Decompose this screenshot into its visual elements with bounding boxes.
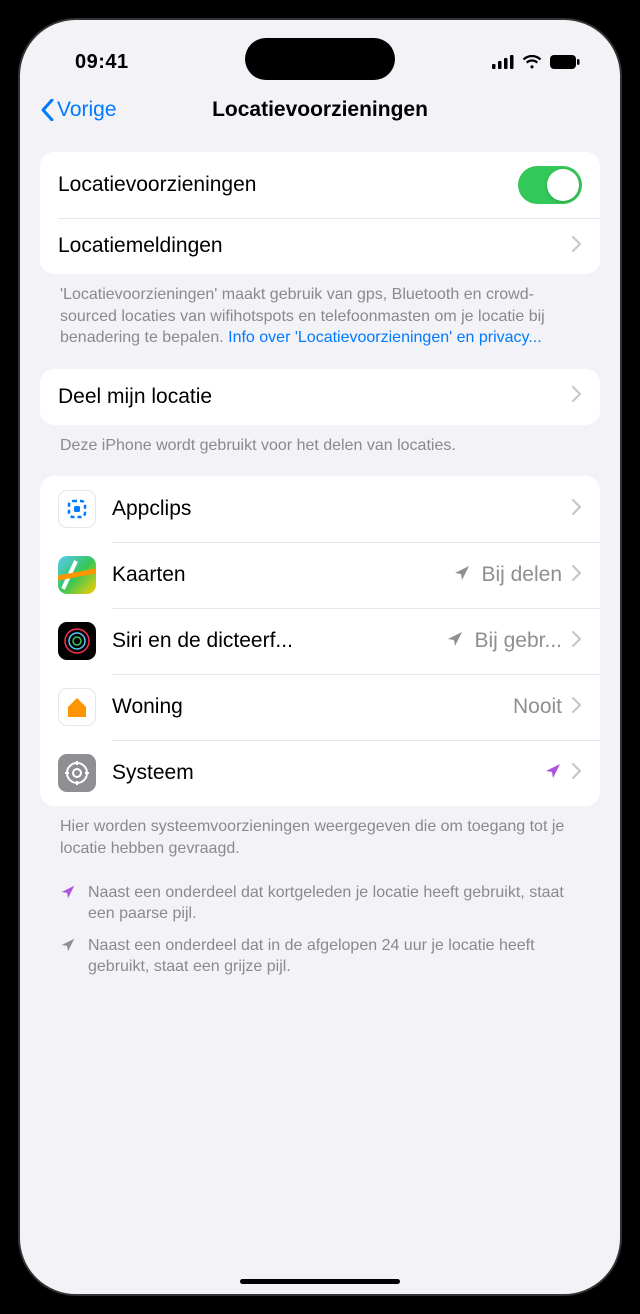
share-footer: Deze iPhone wordt gebruikt voor het dele… [40,425,600,457]
location-alerts-row[interactable]: Locatiemeldingen [40,218,600,274]
chevron-left-icon [40,99,55,121]
dynamic-island [245,38,395,80]
toggle-label: Locatievoorzieningen [58,173,518,197]
app-value: Nooit [513,695,562,719]
back-label: Vorige [57,98,117,122]
app-value: Bij delen [481,563,562,587]
toggle-knob [547,169,579,201]
app-label: Systeem [112,761,544,785]
battery-icon [550,55,580,69]
location-arrow-grey-icon [453,564,471,587]
location-arrow-purple-icon [60,884,76,925]
location-arrow-purple-icon [544,762,562,785]
app-label: Siri en de dicteerf... [112,629,446,653]
legend: Naast een onderdeel dat kortgeleden je l… [40,860,600,978]
share-location-row[interactable]: Deel mijn locatie [40,369,600,425]
device-frame: 09:41 Vorige Locatievoorzieningen [0,0,640,1314]
page-title: Locatievoorzieningen [212,98,428,122]
chevron-right-icon [572,631,582,652]
appclips-icon [58,490,96,528]
legend-purple-text: Naast een onderdeel dat kortgeleden je l… [88,882,580,925]
legend-purple: Naast een onderdeel dat kortgeleden je l… [60,882,580,925]
system-icon [58,754,96,792]
cellular-signal-icon [492,55,514,69]
app-label: Appclips [112,497,572,521]
group-share: Deel mijn locatie [40,369,600,425]
app-row-appclips[interactable]: Appclips [40,476,600,542]
screen: 09:41 Vorige Locatievoorzieningen [18,18,622,1296]
alerts-label: Locatiemeldingen [58,234,572,258]
main-footer: 'Locatievoorzieningen' maakt gebruik van… [40,274,600,349]
siri-icon [58,622,96,660]
maps-icon [58,556,96,594]
app-label: Kaarten [112,563,453,587]
status-icons [492,55,580,69]
app-value: Bij gebr... [474,629,562,653]
group-apps: Appclips Kaarten Bij delen [40,476,600,806]
location-arrow-grey-icon [60,937,76,978]
nav-bar: Vorige Locatievoorzieningen [20,90,620,136]
chevron-right-icon [572,236,582,257]
content: Locatievoorzieningen Locatiemeldingen 'L… [20,152,620,978]
privacy-link[interactable]: Info over 'Locatievoorzieningen' en priv… [228,329,542,346]
share-label: Deel mijn locatie [58,385,572,409]
chevron-right-icon [572,763,582,784]
wifi-icon [522,55,542,69]
app-label: Woning [112,695,513,719]
status-time: 09:41 [75,51,129,74]
group-main: Locatievoorzieningen Locatiemeldingen [40,152,600,274]
chevron-right-icon [572,499,582,520]
chevron-right-icon [572,697,582,718]
app-row-siri[interactable]: Siri en de dicteerf... Bij gebr... [40,608,600,674]
app-row-home[interactable]: Woning Nooit [40,674,600,740]
chevron-right-icon [572,386,582,407]
location-services-toggle-row[interactable]: Locatievoorzieningen [40,152,600,218]
location-arrow-grey-icon [446,630,464,653]
app-row-maps[interactable]: Kaarten Bij delen [40,542,600,608]
home-icon [58,688,96,726]
back-button[interactable]: Vorige [40,98,117,122]
home-indicator[interactable] [240,1279,400,1284]
legend-grey: Naast een onderdeel dat in de afgelopen … [60,935,580,978]
chevron-right-icon [572,565,582,586]
apps-footer: Hier worden systeemvoorzieningen weergeg… [40,806,600,859]
legend-grey-text: Naast een onderdeel dat in de afgelopen … [88,935,580,978]
location-services-toggle[interactable] [518,166,582,204]
app-row-system[interactable]: Systeem [40,740,600,806]
